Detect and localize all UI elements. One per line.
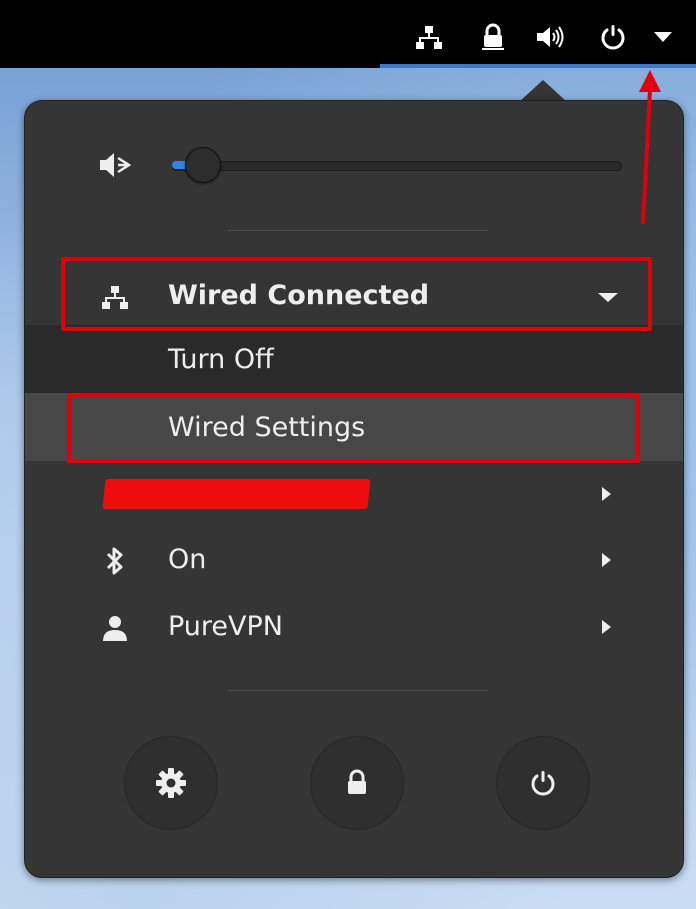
divider bbox=[228, 690, 488, 691]
volume-muted-icon bbox=[98, 150, 132, 180]
divider bbox=[228, 230, 488, 231]
panel-pointer bbox=[519, 80, 567, 102]
menu-dropdown-icon[interactable] bbox=[648, 22, 678, 52]
user-row[interactable]: PureVPN bbox=[25, 594, 683, 660]
chevron-right-icon bbox=[602, 487, 611, 501]
volume-icon[interactable] bbox=[535, 22, 565, 52]
gear-icon bbox=[156, 768, 186, 798]
turn-off-label: Turn Off bbox=[168, 344, 274, 375]
volume-slider-knob[interactable] bbox=[185, 147, 221, 183]
redaction-mark bbox=[102, 479, 371, 509]
annotation-arrow-head bbox=[639, 70, 661, 92]
power-icon bbox=[531, 771, 555, 796]
settings-button[interactable] bbox=[124, 736, 218, 830]
annotation-box-wired-settings bbox=[67, 393, 640, 463]
user-icon bbox=[99, 612, 131, 644]
chevron-right-icon bbox=[602, 620, 611, 634]
power-icon[interactable] bbox=[598, 22, 628, 52]
network-wired-icon[interactable] bbox=[414, 22, 444, 52]
bluetooth-icon bbox=[99, 545, 131, 577]
top-bar bbox=[0, 0, 696, 68]
lock-button[interactable] bbox=[310, 736, 404, 830]
user-label: PureVPN bbox=[168, 611, 283, 642]
topbar-accent-line bbox=[380, 64, 696, 68]
lock-icon[interactable] bbox=[478, 22, 508, 52]
turn-off-item[interactable]: Turn Off bbox=[25, 327, 683, 393]
bluetooth-row[interactable]: On bbox=[25, 527, 683, 593]
power-button[interactable] bbox=[496, 736, 590, 830]
chevron-right-icon bbox=[602, 553, 611, 567]
lock-icon bbox=[348, 769, 366, 794]
annotation-box-wired-connected bbox=[61, 257, 652, 331]
bluetooth-label: On bbox=[168, 544, 207, 575]
volume-slider-track[interactable] bbox=[172, 161, 622, 171]
